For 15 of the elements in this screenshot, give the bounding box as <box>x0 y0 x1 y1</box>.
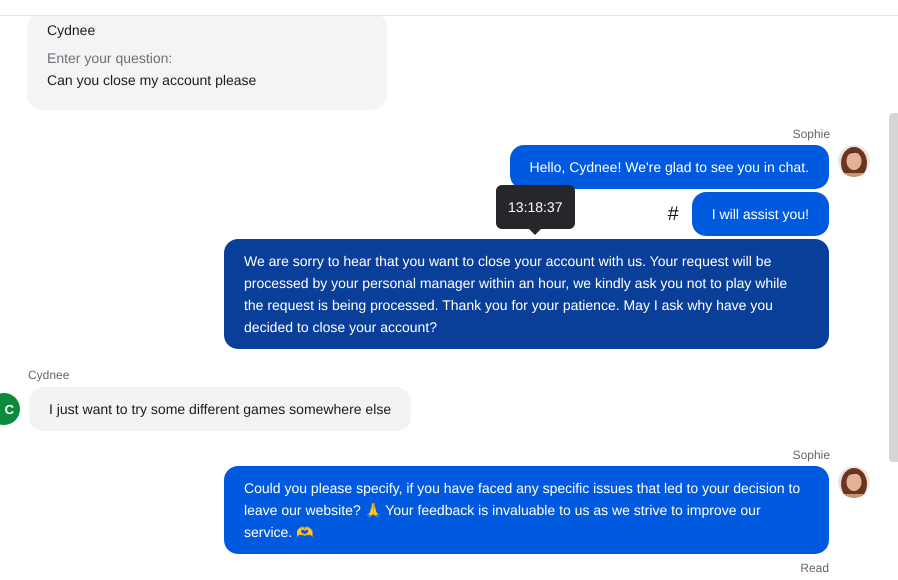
user-avatar: C <box>0 393 20 425</box>
message-bubble[interactable]: I just want to try some different games somewhere else <box>29 387 412 431</box>
scrollbar-thumb[interactable] <box>889 113 898 462</box>
sender-name: Cydnee <box>47 21 96 40</box>
sender-name: Cydnee <box>28 367 70 383</box>
field-value: Can you close my account please <box>47 71 258 90</box>
message-bubble[interactable]: Could you please specify, if you have faced any specific issues that led to your decision to leave our website? 🙏 Your feedback is invaluable to us as we strive to improve our service. 🫶 <box>224 466 829 554</box>
sender-name: Sophie <box>792 447 830 463</box>
sender-name: Sophie <box>792 126 830 142</box>
field-label: Enter your question: <box>47 49 174 68</box>
message-bubble[interactable]: Hello, Cydnee! We're glad to see you in chat. <box>510 145 829 189</box>
hash-icon: # <box>668 202 679 226</box>
message-bubble[interactable]: I will assist you! <box>692 192 829 236</box>
read-status: Read <box>800 560 829 576</box>
timestamp-tooltip: 13:18:37 <box>496 185 574 235</box>
